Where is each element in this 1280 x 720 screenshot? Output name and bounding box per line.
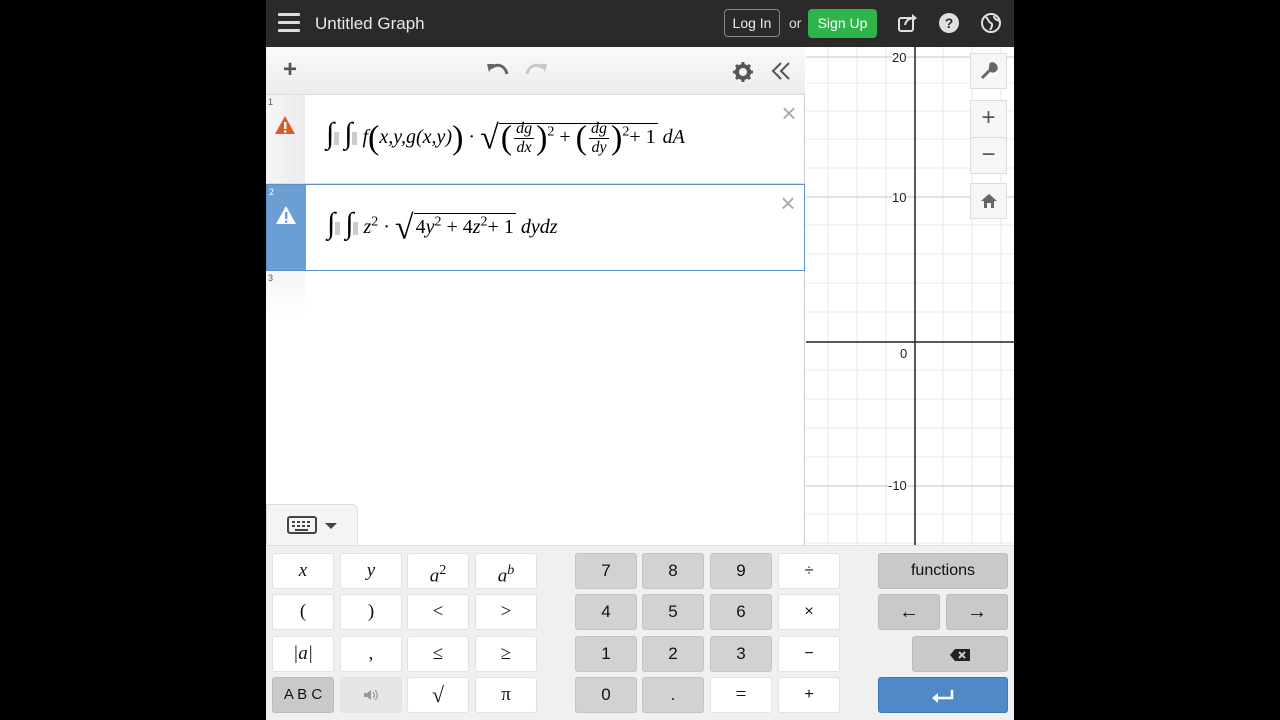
speaker-icon — [364, 689, 378, 701]
settings-gear-icon[interactable] — [732, 61, 754, 83]
key-2[interactable]: 2 — [642, 636, 704, 672]
y-tick-label: 0 — [900, 346, 908, 361]
delete-expression-icon[interactable]: × — [778, 190, 798, 216]
y-tick-label: 10 — [892, 190, 907, 205]
key-0[interactable]: 0 — [575, 677, 637, 713]
undo-icon[interactable] — [485, 60, 511, 80]
plus-one: + 1 — [629, 126, 656, 148]
abc-keyboard-button[interactable]: A B C — [272, 677, 334, 713]
key-equals[interactable]: = — [710, 677, 772, 713]
key-1[interactable]: 1 — [575, 636, 637, 672]
enter-icon — [932, 690, 954, 703]
frac1-denominator: dx — [516, 138, 532, 156]
key-absolute-value[interactable]: |a| — [272, 636, 334, 672]
backspace-button[interactable] — [912, 636, 1008, 672]
expression-list: 1 ∫ ∫ f(x,y,g(x,y)) · √(dg dx)2 + (dg dy)2… — [266, 95, 805, 545]
function-args: x,y,g(x,y) — [379, 126, 453, 148]
key-6[interactable]: 6 — [710, 594, 772, 630]
key-greater-equal[interactable]: ≥ — [475, 636, 537, 672]
key-multiply[interactable]: × — [778, 594, 840, 630]
warning-icon[interactable] — [274, 115, 296, 135]
or-label: or — [789, 15, 802, 31]
menu-icon[interactable] — [278, 13, 300, 33]
math-keypad: x y a2 ab 7 8 9 ÷ functions ( ) < > 4 5 … — [266, 545, 1014, 720]
key-9[interactable]: 9 — [710, 553, 772, 589]
cursor-left-arrow-button[interactable]: ← — [878, 594, 940, 630]
frac2-numerator: dg — [589, 119, 609, 139]
key-8[interactable]: 8 — [642, 553, 704, 589]
frac1-numerator: dg — [514, 119, 535, 139]
exponent: 2 — [371, 214, 379, 230]
key-open-paren[interactable]: ( — [272, 594, 334, 630]
y-tick-label: 20 — [892, 50, 907, 65]
expression-toolbar: + — [266, 47, 805, 95]
key-plus[interactable]: + — [778, 677, 840, 713]
plus-one: + 1 — [487, 216, 514, 238]
frac2-denominator: dy — [591, 138, 607, 156]
expression-gutter: 1 — [266, 95, 305, 183]
key-5[interactable]: 5 — [642, 594, 704, 630]
graph-title[interactable]: Untitled Graph — [315, 14, 425, 34]
keyboard-toggle[interactable] — [266, 504, 358, 546]
expression-row-1[interactable]: 1 ∫ ∫ f(x,y,g(x,y)) · √(dg dx)2 + (dg dy)2… — [266, 95, 805, 184]
audio-trace-button[interactable] — [340, 677, 402, 713]
add-item-icon[interactable]: + — [277, 57, 303, 83]
collapse-panel-icon[interactable] — [770, 61, 792, 81]
key-3[interactable]: 3 — [710, 636, 772, 672]
key-close-paren[interactable]: ) — [340, 594, 402, 630]
key-4[interactable]: 4 — [575, 594, 637, 630]
key-less-equal[interactable]: ≤ — [407, 636, 469, 672]
desmos-app: Untitled Graph Log In or Sign Up ? + 1 ∫… — [266, 0, 1014, 720]
key-x[interactable]: x — [272, 553, 334, 589]
expression-number: 1 — [268, 97, 274, 107]
expression-number: 2 — [269, 187, 275, 197]
key-y[interactable]: y — [340, 553, 402, 589]
exponent: 2 — [480, 214, 488, 230]
expression-math-2[interactable]: ∫ ∫ z2 · √ 4y2 + 4z2+ 1 dydz — [327, 207, 558, 247]
key-a-squared[interactable]: a2 — [407, 553, 469, 589]
language-globe-icon[interactable] — [980, 12, 1002, 34]
zoom-out-button[interactable]: − — [970, 137, 1007, 174]
expression-number: 3 — [268, 273, 274, 283]
svg-text:?: ? — [945, 15, 954, 31]
delete-expression-icon[interactable]: × — [779, 100, 799, 126]
key-decimal[interactable]: . — [642, 677, 704, 713]
y-tick-label: -10 — [888, 478, 907, 493]
expression-gutter: 2 — [267, 185, 306, 270]
expression-gutter: 3 — [266, 271, 305, 319]
graph-settings-wrench-icon[interactable] — [970, 53, 1007, 89]
keyboard-icon — [287, 516, 337, 534]
zoom-in-button[interactable]: + — [970, 100, 1007, 137]
cursor-right-arrow-button[interactable]: → — [946, 594, 1008, 630]
home-zoom-button[interactable] — [970, 183, 1007, 219]
key-a-power-b[interactable]: ab — [475, 553, 537, 589]
key-comma[interactable]: , — [340, 636, 402, 672]
home-icon — [980, 194, 997, 208]
warning-icon[interactable] — [275, 205, 297, 225]
enter-button[interactable] — [878, 677, 1008, 713]
key-7[interactable]: 7 — [575, 553, 637, 589]
graph-canvas[interactable]: 20 10 0 -10 + − — [806, 47, 1014, 545]
expression-row-3[interactable]: 3 — [266, 271, 805, 319]
expression-row-2[interactable]: 2 ∫ ∫ z2 · √ 4y2 + 4z2+ 1 dydz × — [266, 184, 805, 271]
help-icon[interactable]: ? — [938, 12, 960, 34]
redo-icon[interactable] — [523, 60, 549, 80]
key-pi[interactable]: π — [475, 677, 537, 713]
key-greater-than[interactable]: > — [475, 594, 537, 630]
key-minus[interactable]: − — [778, 636, 840, 672]
differential: dydz — [520, 216, 558, 238]
differential: dA — [662, 126, 685, 148]
top-bar: Untitled Graph Log In or Sign Up ? — [266, 0, 1014, 47]
backspace-icon — [950, 649, 970, 661]
functions-button[interactable]: functions — [878, 553, 1008, 589]
expression-math-1[interactable]: ∫ ∫ f(x,y,g(x,y)) · √(dg dx)2 + (dg dy)2+ … — [326, 117, 685, 157]
share-icon[interactable] — [897, 12, 919, 34]
key-square-root[interactable]: √ — [407, 677, 469, 713]
signup-button[interactable]: Sign Up — [808, 9, 877, 38]
login-button[interactable]: Log In — [724, 9, 780, 37]
key-divide[interactable]: ÷ — [778, 553, 840, 589]
key-less-than[interactable]: < — [407, 594, 469, 630]
